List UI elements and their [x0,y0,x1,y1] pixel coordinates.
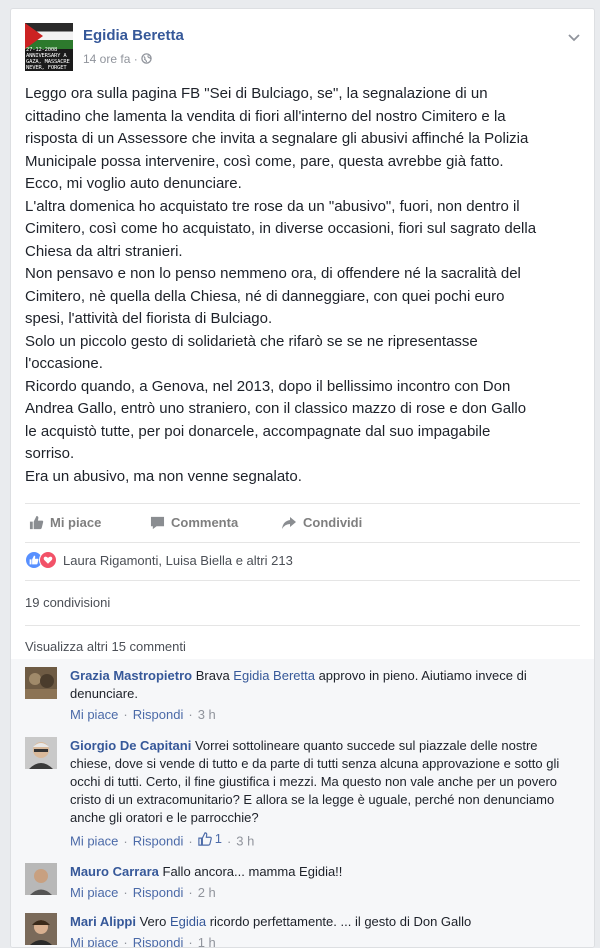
mention-link[interactable]: Egidia Beretta [233,668,315,683]
like-count-value: 1 [214,831,222,846]
globe-icon[interactable] [141,52,152,66]
shares-count[interactable]: 19 condivisioni [25,595,110,610]
comment: Giorgio De Capitani Vorrei sottolineare … [25,737,580,855]
comment-like-link[interactable]: Mi piace [70,885,118,900]
chevron-down-icon[interactable] [568,29,580,45]
comment-reply-link[interactable]: Rispondi [133,885,184,900]
reactions-summary[interactable]: Laura Rigamonti, Luisa Biella e altri 21… [25,551,293,569]
thumbs-up-icon [29,515,44,530]
like-label: Mi piace [50,515,102,530]
divider [25,625,580,626]
share-icon [282,516,296,529]
comment: Mauro Carrara Fallo ancora... mamma Egid… [25,863,580,905]
separator-dot: · [188,885,193,900]
comment-author[interactable]: Mari Alippi [70,914,136,929]
love-reaction-icon [39,551,57,569]
comment-like-link[interactable]: Mi piace [70,707,118,722]
like-button[interactable]: Mi piace [29,515,101,530]
separator-dot: · [133,52,142,66]
comment-like-link[interactable]: Mi piace [70,935,118,947]
comment-like-link[interactable]: Mi piace [70,834,118,849]
comment-footer: Mi piace · Rispondi · 1 · 3 h [70,831,254,849]
comment: Mari Alippi Vero Egidia ricordo perfetta… [25,913,580,948]
separator-dot: · [188,833,193,849]
separator-dot: · [123,833,128,849]
comment-reply-link[interactable]: Rispondi [133,834,184,849]
post-meta: 14 ore fa · [83,52,152,66]
comment-button[interactable]: Commenta [150,515,238,530]
comment-body: ricordo perfettamente. ... il gesto di D… [206,914,472,929]
post-time[interactable]: 14 ore fa [83,52,130,66]
share-button[interactable]: Condividi [281,515,362,530]
comment-author[interactable]: Giorgio De Capitani [70,738,191,753]
comment-text: Giorgio De Capitani Vorrei sottolineare … [70,737,580,827]
view-more-comments-link[interactable]: Visualizza altri 15 commenti [25,639,186,654]
separator-dot: · [188,935,193,948]
author-avatar[interactable]: 27-12-2008 ANNIVERSARY A GAZA, MASSACRE … [25,23,73,71]
comment-time[interactable]: 1 h [198,935,216,947]
post-card: 27-12-2008 ANNIVERSARY A GAZA, MASSACRE … [10,8,595,948]
comment-reply-link[interactable]: Rispondi [133,935,184,947]
comment-body: Fallo ancora... mamma Egidia!! [162,864,343,879]
avatar[interactable] [25,863,57,895]
comment-footer: Mi piace · Rispondi · 2 h [70,885,216,900]
comment-reply-link[interactable]: Rispondi [133,707,184,722]
mention-link[interactable]: Egidia [170,914,206,929]
comment-icon [150,516,165,529]
reaction-icons [25,551,57,569]
comment-time[interactable]: 3 h [236,834,254,849]
thumbs-up-icon [198,831,212,846]
comment-time[interactable]: 3 h [198,707,216,722]
separator-dot: · [226,833,232,849]
comment-author[interactable]: Grazia Mastropietro [70,668,192,683]
comment-body: Brava [195,668,234,683]
avatar[interactable] [25,667,57,699]
avatar[interactable] [25,913,57,945]
avatar-flag-triangle [25,23,43,49]
comment-like-count[interactable]: 1 [198,831,222,846]
separator-dot: · [123,707,128,722]
comment-text: Grazia Mastropietro Brava Egidia Beretta… [70,667,580,703]
post-header: 27-12-2008 ANNIVERSARY A GAZA, MASSACRE … [25,23,580,75]
post-actions: Mi piace Commenta Condividi [25,511,580,537]
comment: Grazia Mastropietro Brava Egidia Beretta… [25,667,580,727]
divider [25,542,580,543]
author-name[interactable]: Egidia Beretta [83,27,184,44]
comment-text: Mauro Carrara Fallo ancora... mamma Egid… [70,863,580,881]
avatar[interactable] [25,737,57,769]
comment-footer: Mi piace · Rispondi · 3 h [70,707,216,722]
comment-text: Mari Alippi Vero Egidia ricordo perfetta… [70,913,580,931]
share-label: Condividi [303,515,363,530]
comment-time[interactable]: 2 h [198,885,216,900]
post-body: Leggo ora sulla pagina FB "Sei di Bulcia… [25,85,537,485]
comment-footer: Mi piace · Rispondi · 1 h [70,935,216,948]
reactions-text: Laura Rigamonti, Luisa Biella e altri 21… [63,552,293,568]
comment-author[interactable]: Mauro Carrara [70,864,159,879]
divider [25,503,580,504]
separator-dot: · [123,885,128,900]
divider [25,580,580,581]
comment-body: Vero [139,914,170,929]
separator-dot: · [188,707,193,722]
comment-label: Commenta [171,515,239,530]
avatar-text: 27-12-2008 ANNIVERSARY A GAZA, MASSACRE … [26,47,70,71]
separator-dot: · [123,935,128,948]
comments-section: Grazia Mastropietro Brava Egidia Beretta… [11,659,594,948]
